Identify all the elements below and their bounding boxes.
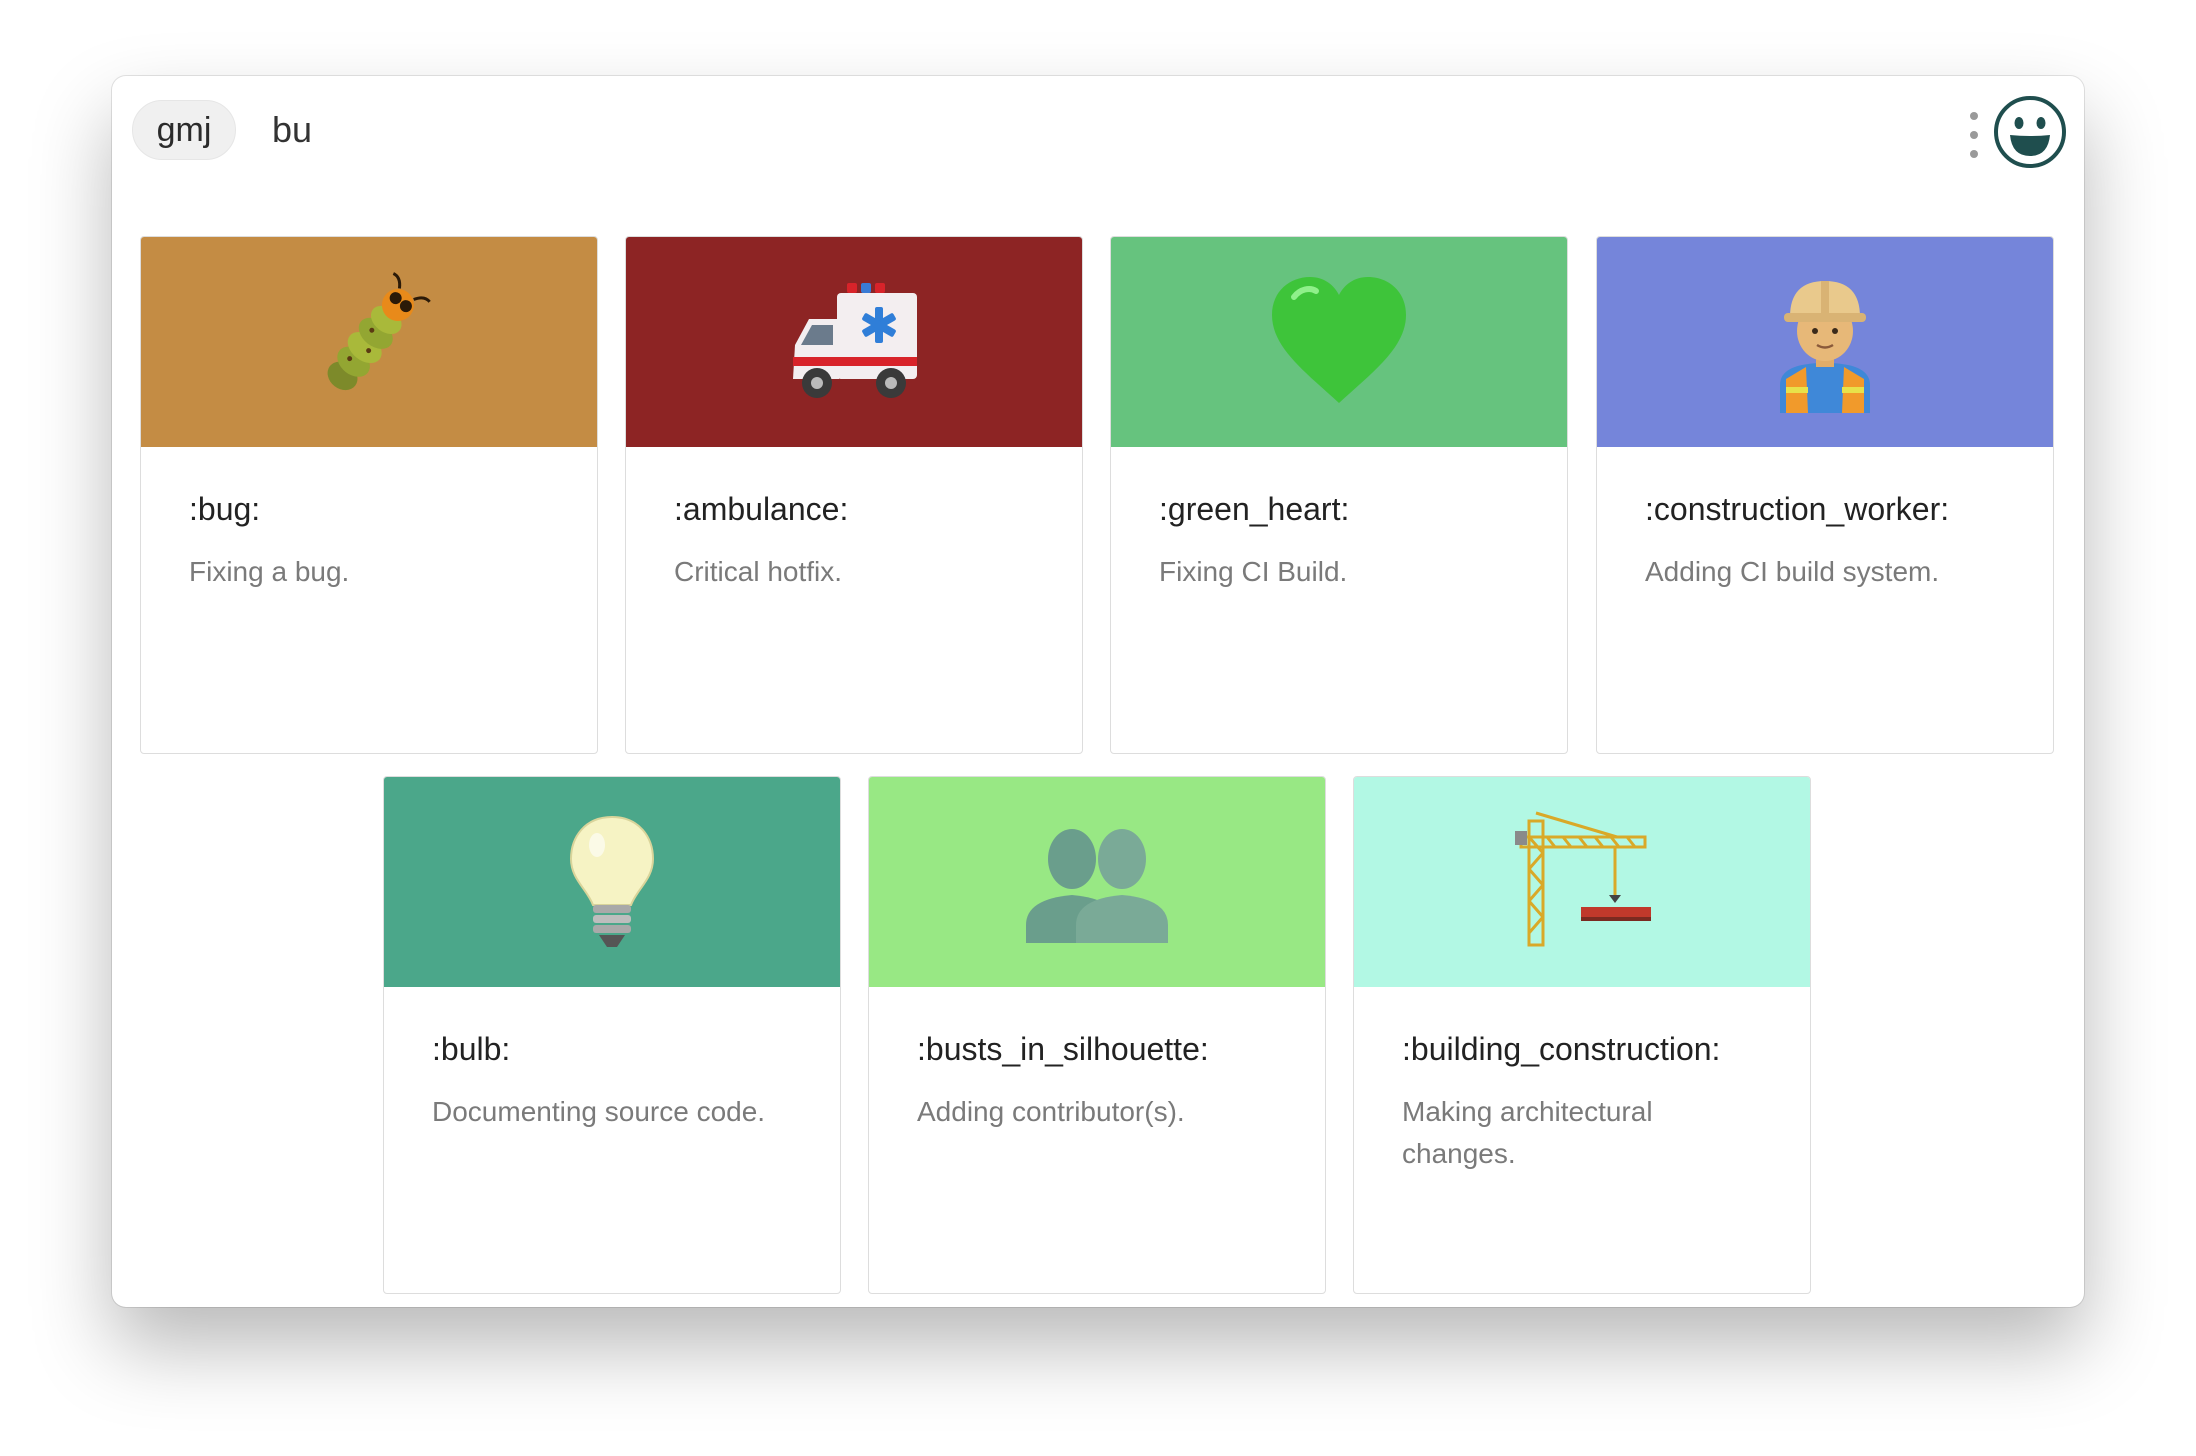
emoji-description: Adding CI build system. [1645,556,1940,587]
emoji-code: :green_heart: [1159,491,1350,527]
emoji-description: Fixing a bug. [189,556,350,587]
emoji-description: Adding contributor(s). [917,1096,1185,1127]
green-heart-icon [1272,277,1406,403]
card-banner [1354,777,1810,987]
busts-in-silhouette-icon [1026,829,1168,943]
emoji-description: Making architectural changes. [1402,1096,1653,1169]
ambulance-icon [793,283,917,398]
emoji-description: Critical hotfix. [674,556,843,587]
card-banner [626,237,1082,447]
emoji-code: :construction_worker: [1645,491,1950,527]
smiley-logo-icon[interactable] [1992,94,2068,170]
emoji-code: :bug: [189,491,261,527]
header: gmj [112,76,2084,186]
bulb-icon [569,815,655,947]
emoji-code: :busts_in_silhouette: [917,1031,1209,1067]
emoji-card-bug[interactable]: :bug: Fixing a bug. [140,236,598,754]
emoji-card-green-heart[interactable]: :green_heart: Fixing CI Build. [1110,236,1568,754]
emoji-code: :ambulance: [674,491,849,527]
building-construction-icon [1515,811,1651,947]
search-input[interactable] [258,100,1786,160]
emoji-code: :bulb: [432,1031,511,1067]
emoji-description: Documenting source code. [432,1096,766,1127]
card-banner [869,777,1325,987]
bug-icon [327,272,431,391]
emoji-card-busts-in-silhouette[interactable]: :busts_in_silhouette: Adding contributor… [868,776,1326,1294]
construction-worker-icon [1780,281,1870,413]
emoji-card-bulb[interactable]: :bulb: Documenting source code. [383,776,841,1294]
card-banner [141,237,597,447]
more-options-icon[interactable] [1964,112,1984,158]
card-banner [384,777,840,987]
card-banner [1111,237,1567,447]
app-window: gmj bu:bug: Fixing a bug.:ambulance: C… [112,76,2084,1307]
emoji-card-construction-worker[interactable]: :construction_worker: Adding CI build sy… [1596,236,2054,754]
card-banner [1597,237,2053,447]
emoji-code: :building_construction: [1402,1031,1721,1067]
emoji-card-building-construction[interactable]: :building_construction: Making architect… [1353,776,1811,1294]
emoji-card-ambulance[interactable]: :ambulance: Critical hotfix. [625,236,1083,754]
emoji-description: Fixing CI Build. [1159,556,1348,587]
app-label-chip[interactable]: gmj [132,100,236,160]
